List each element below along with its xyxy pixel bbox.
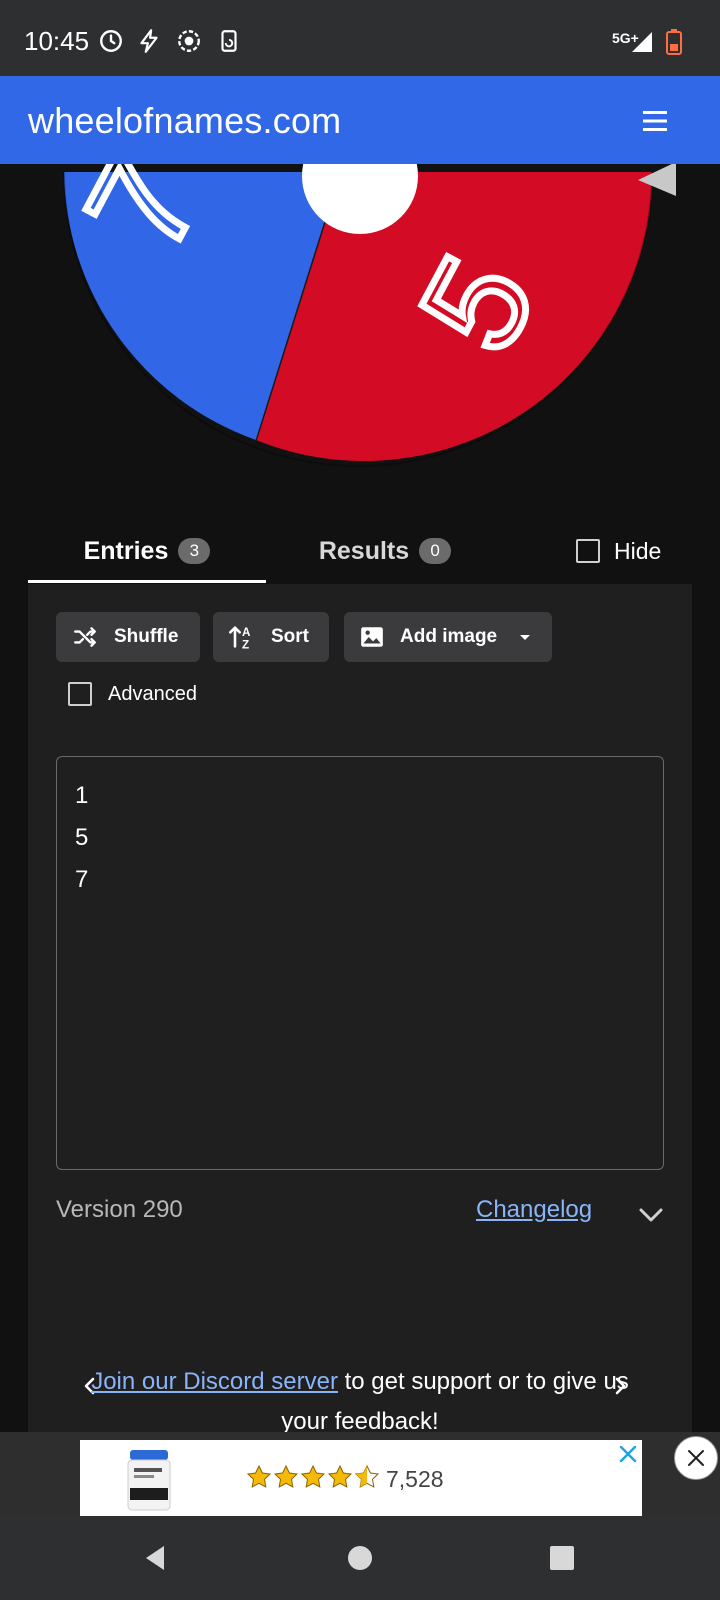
hide-checkbox-box[interactable] — [576, 539, 600, 563]
entries-textarea[interactable]: 1 5 7 — [56, 756, 664, 1170]
advanced-checkbox-box[interactable] — [68, 682, 92, 706]
ad-bar: 7,528 — [0, 1432, 720, 1516]
back-icon[interactable] — [140, 1542, 172, 1574]
entry-line: 1 — [75, 782, 89, 809]
battery-icon — [666, 29, 682, 55]
rating-count: 7,528 — [386, 1466, 444, 1492]
add-image-label: Add image — [400, 626, 498, 647]
advanced-checkbox[interactable]: Advanced — [68, 674, 197, 714]
tab-results-label: Results — [318, 536, 410, 565]
status-bar: 10:45 5G+ — [0, 0, 720, 76]
alarm-icon — [100, 30, 122, 52]
add-image-button[interactable]: Add image — [344, 612, 552, 662]
version-text: Version 290 — [56, 1196, 183, 1223]
shuffle-label: Shuffle — [114, 626, 179, 647]
close-icon — [688, 1450, 704, 1466]
hamburger-menu-icon[interactable] — [640, 106, 670, 136]
ad-close-icon[interactable] — [618, 1444, 638, 1464]
app-title[interactable]: wheelofnames.com — [28, 100, 341, 142]
status-time: 10:45 — [24, 26, 90, 56]
discord-promo: Join our Discord server to get support o… — [88, 1362, 632, 1442]
product-image-icon — [127, 1450, 171, 1511]
tab-bar: Entries 3 Results 0 Hide — [28, 520, 692, 584]
entries-count-badge: 3 — [178, 538, 211, 564]
wheel-area: 7 5 — [0, 164, 720, 484]
home-icon[interactable] — [344, 1542, 376, 1574]
record-icon — [178, 30, 200, 52]
dropdown-arrow-icon[interactable] — [517, 629, 533, 645]
hide-checkbox[interactable]: Hide — [576, 520, 661, 582]
svg-text:Z: Z — [242, 639, 249, 651]
signal-icon — [632, 32, 652, 52]
shuffle-button[interactable]: Shuffle — [56, 612, 200, 662]
changelog-link[interactable]: Changelog — [476, 1196, 592, 1224]
sort-az-icon: A Z — [229, 626, 251, 651]
results-count-badge: 0 — [419, 538, 452, 564]
image-icon — [361, 627, 383, 647]
entry-line: 7 — [75, 866, 89, 893]
system-nav-bar — [0, 1516, 720, 1600]
ad-banner[interactable]: 7,528 — [80, 1440, 642, 1516]
rating-stars — [246, 1464, 380, 1488]
svg-text:A: A — [242, 626, 251, 639]
discord-link[interactable]: Join our Discord server — [91, 1368, 338, 1395]
entry-line: 5 — [75, 824, 89, 851]
recents-icon[interactable] — [546, 1542, 578, 1574]
entries-panel: Shuffle A Z Sort Add image Advanced 1 5 … — [28, 584, 692, 1444]
flash-icon — [140, 29, 158, 53]
active-tab-indicator — [28, 580, 266, 583]
ad-dismiss-button[interactable] — [674, 1436, 718, 1480]
sort-button[interactable]: A Z Sort — [213, 612, 329, 662]
chevron-down-icon[interactable] — [636, 1200, 666, 1230]
hide-label: Hide — [614, 537, 662, 564]
tab-results[interactable]: Results 0 — [266, 520, 504, 582]
shuffle-icon — [74, 627, 96, 647]
tab-entries-label: Entries — [83, 536, 169, 565]
sort-label: Sort — [271, 626, 309, 647]
advanced-label: Advanced — [108, 682, 197, 705]
wheel[interactable]: 7 5 — [0, 164, 720, 484]
tab-entries[interactable]: Entries 3 — [28, 520, 266, 582]
app-bar: wheelofnames.com — [0, 76, 720, 164]
chevron-right-icon[interactable] — [608, 1374, 632, 1398]
screen-rotate-icon — [221, 30, 237, 52]
